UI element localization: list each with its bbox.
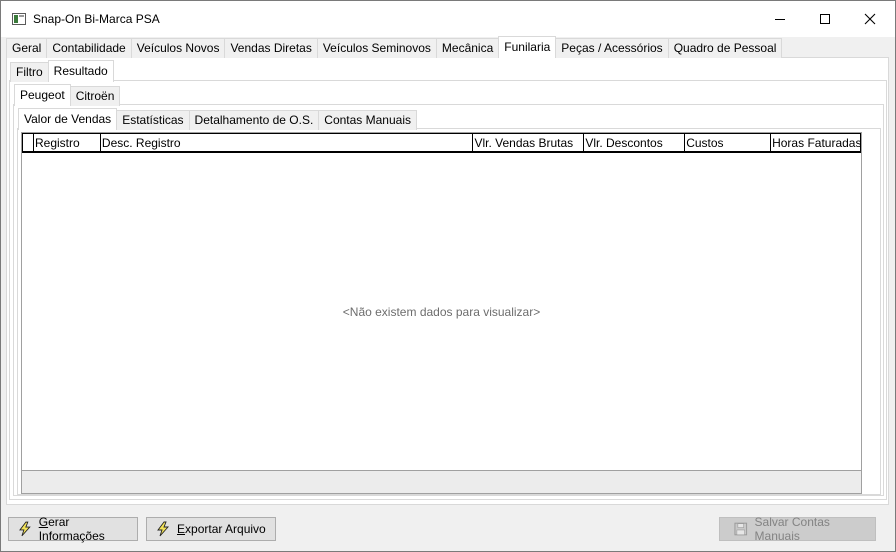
minimize-icon bbox=[775, 18, 785, 20]
empty-grid-message: <Não existem dados para visualizar> bbox=[342, 305, 541, 319]
column-header-desc-registro[interactable]: Desc. Registro bbox=[100, 133, 474, 151]
column-header-vlr-descontos[interactable]: Vlr. Descontos bbox=[584, 133, 686, 151]
maximize-icon bbox=[820, 14, 830, 24]
main-tabs: Geral Contabilidade Veículos Novos Venda… bbox=[6, 36, 783, 58]
export-file-button[interactable]: Exportar Arquivo bbox=[146, 517, 276, 541]
tab-contabilidade[interactable]: Contabilidade bbox=[46, 38, 132, 58]
lightning-icon bbox=[157, 521, 170, 537]
tab-citroen[interactable]: Citroën bbox=[69, 86, 121, 106]
generate-info-button[interactable]: Gerar Informações bbox=[8, 515, 138, 543]
export-file-label: Exportar Arquivo bbox=[177, 522, 266, 536]
app-icon bbox=[12, 13, 26, 25]
tab-pecas-acessorios[interactable]: Peças / Acessórios bbox=[555, 38, 669, 58]
close-button[interactable] bbox=[847, 1, 893, 37]
column-header-vlr-vendas-brutas[interactable]: Vlr. Vendas Brutas bbox=[473, 133, 585, 151]
tab-estatisticas[interactable]: Estatísticas bbox=[116, 110, 190, 130]
tab-funilaria[interactable]: Funilaria bbox=[498, 36, 557, 58]
column-header-horas-faturadas[interactable]: Horas Faturadas bbox=[771, 133, 861, 151]
sub-tabs: Filtro Resultado bbox=[10, 60, 114, 82]
window-title: Snap-On Bi-Marca PSA bbox=[33, 12, 160, 26]
title-bar: Snap-On Bi-Marca PSA bbox=[1, 1, 895, 37]
grid-header: Registro Desc. Registro Vlr. Vendas Brut… bbox=[22, 133, 861, 153]
tab-contas-manuais[interactable]: Contas Manuais bbox=[318, 110, 417, 130]
view-tabs: Valor de Vendas Estatísticas Detalhament… bbox=[18, 108, 417, 130]
tab-valor-de-vendas[interactable]: Valor de Vendas bbox=[18, 108, 118, 130]
grid-footer bbox=[22, 470, 861, 493]
column-header-custos[interactable]: Custos bbox=[685, 133, 772, 151]
brand-tabs: Peugeot Citroën bbox=[14, 84, 121, 106]
app-window: Snap-On Bi-Marca PSA Geral Contabilidade… bbox=[0, 0, 896, 552]
tab-mecanica[interactable]: Mecânica bbox=[435, 38, 500, 58]
tab-detalhamento-os[interactable]: Detalhamento de O.S. bbox=[188, 110, 320, 130]
generate-info-label: Gerar Informações bbox=[38, 515, 105, 543]
results-grid: Registro Desc. Registro Vlr. Vendas Brut… bbox=[21, 132, 862, 494]
tab-filtro[interactable]: Filtro bbox=[10, 62, 49, 82]
column-header-registro[interactable]: Registro bbox=[33, 133, 101, 151]
minimize-button[interactable] bbox=[757, 1, 803, 37]
close-icon bbox=[864, 13, 876, 25]
tab-veiculos-seminovos[interactable]: Veículos Seminovos bbox=[316, 38, 437, 58]
tab-geral[interactable]: Geral bbox=[6, 38, 48, 58]
maximize-button[interactable] bbox=[802, 1, 848, 37]
tab-veiculos-novos[interactable]: Veículos Novos bbox=[130, 38, 226, 58]
tab-resultado[interactable]: Resultado bbox=[47, 60, 114, 82]
save-manual-accounts-button[interactable]: Salvar Contas Manuais bbox=[719, 515, 876, 543]
lightning-icon bbox=[19, 521, 31, 537]
floppy-disk-icon bbox=[734, 522, 748, 536]
tab-vendas-diretas[interactable]: Vendas Diretas bbox=[224, 38, 318, 58]
save-manual-accounts-label: Salvar Contas Manuais bbox=[754, 515, 830, 543]
column-header-indicator[interactable] bbox=[22, 133, 34, 151]
tab-quadro-de-pessoal[interactable]: Quadro de Pessoal bbox=[667, 38, 783, 58]
tab-peugeot[interactable]: Peugeot bbox=[14, 84, 71, 106]
